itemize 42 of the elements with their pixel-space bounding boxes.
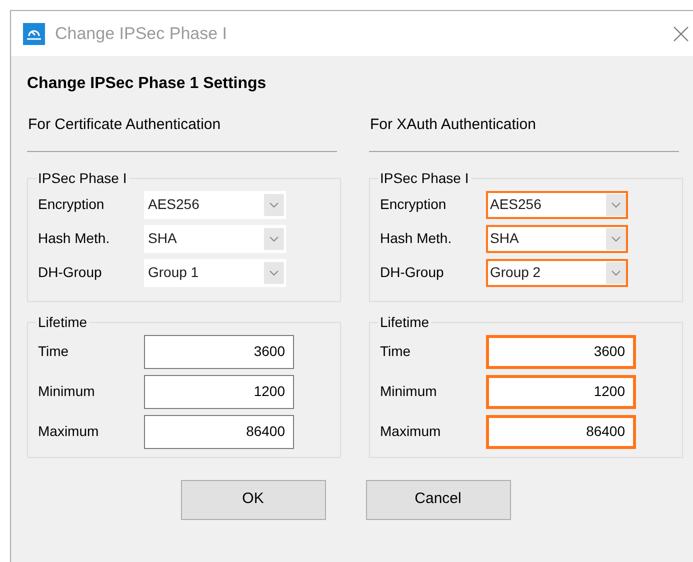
field-label: Hash Meth.: [38, 229, 111, 248]
dropdown[interactable]: SHA: [486, 224, 628, 252]
number-field[interactable]: 3600: [486, 334, 636, 368]
app-icon: [23, 22, 45, 44]
close-icon: [673, 26, 689, 42]
dialog-button[interactable]: OK: [180, 480, 326, 520]
dropdown[interactable]: SHA: [144, 224, 286, 252]
chevron-down-icon: [606, 262, 626, 284]
field-label: Encryption: [380, 195, 448, 214]
number-field[interactable]: 1200: [486, 374, 636, 408]
field-label: Time: [38, 342, 70, 361]
dropdown[interactable]: AES256: [486, 190, 628, 218]
section-title: For XAuth Authentication: [369, 115, 537, 135]
field-label: Time: [380, 342, 412, 361]
chevron-down-icon: [606, 228, 626, 250]
field-label: Minimum: [38, 382, 96, 401]
dropdown[interactable]: Group 1: [144, 258, 286, 286]
group-title: Lifetime: [37, 312, 88, 332]
chevron-down-icon: [264, 194, 284, 216]
dialog-button[interactable]: Cancel: [366, 480, 510, 520]
group-title: IPSec Phase I: [379, 168, 470, 188]
number-field[interactable]: 3600: [144, 334, 294, 368]
chevron-down-icon: [264, 228, 284, 250]
chevron-down-icon: [606, 194, 626, 216]
section-title: For Certificate Authentication: [27, 115, 222, 135]
field-label: DH-Group: [380, 263, 445, 282]
dialog-heading: Change IPSec Phase 1 Settings: [27, 74, 268, 94]
number-field[interactable]: 1200: [144, 374, 294, 408]
field-label: Minimum: [380, 382, 438, 401]
group-title: Lifetime: [379, 312, 430, 332]
field-label: Hash Meth.: [380, 229, 453, 248]
window-title: Change IPSec Phase I: [55, 22, 228, 45]
field-label: Maximum: [38, 422, 100, 441]
number-field[interactable]: 86400: [486, 414, 636, 448]
chevron-down-icon: [264, 262, 284, 284]
field-label: Encryption: [38, 195, 106, 214]
group-title: IPSec Phase I: [37, 168, 128, 188]
dropdown[interactable]: AES256: [144, 190, 286, 218]
number-field[interactable]: 86400: [144, 414, 294, 448]
field-label: Maximum: [380, 422, 442, 441]
field-label: DH-Group: [38, 263, 103, 282]
dropdown[interactable]: Group 2: [486, 258, 628, 286]
